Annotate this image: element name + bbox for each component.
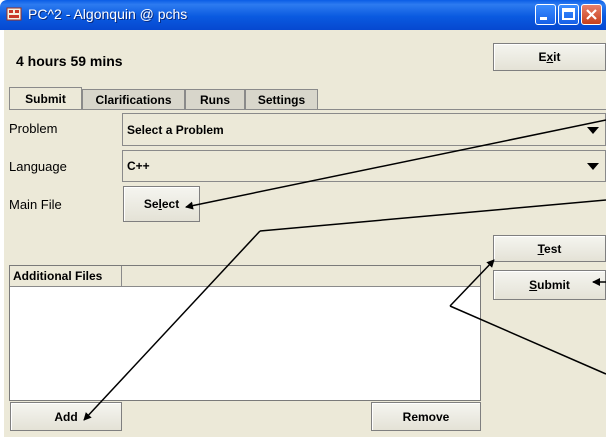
- close-icon: [586, 9, 597, 20]
- title-bar[interactable]: PC^2 - Algonquin @ pchs: [0, 0, 606, 30]
- minimize-button[interactable]: [535, 4, 556, 25]
- maximize-button[interactable]: [558, 4, 579, 25]
- time-remaining: 4 hours 59 mins: [16, 53, 123, 69]
- exit-label: Exit: [538, 50, 561, 64]
- additional-files-column-header[interactable]: Additional Files: [10, 266, 122, 287]
- problem-label: Problem: [9, 121, 58, 136]
- select-file-button[interactable]: Select: [123, 186, 200, 222]
- minimize-icon: [540, 17, 547, 20]
- window-title: PC^2 - Algonquin @ pchs: [28, 6, 188, 22]
- application-window: PC^2 - Algonquin @ pchs 4 hours 59 mins …: [0, 0, 606, 437]
- tab-runs[interactable]: Runs: [185, 89, 245, 109]
- submit-button[interactable]: Submit: [493, 270, 606, 300]
- language-label: Language: [9, 159, 67, 174]
- column-header-filler: [122, 266, 480, 287]
- submit-label: Submit: [529, 278, 570, 292]
- maximize-icon: [562, 8, 575, 20]
- problem-value: Select a Problem: [127, 122, 224, 137]
- add-file-button[interactable]: Add: [10, 402, 122, 431]
- tab-submit[interactable]: Submit: [9, 87, 82, 110]
- close-button[interactable]: [581, 4, 602, 25]
- additional-files-list[interactable]: Additional Files: [9, 265, 481, 401]
- chevron-down-icon: [587, 126, 599, 134]
- tab-settings[interactable]: Settings: [245, 89, 318, 109]
- main-file-label: Main File: [9, 197, 62, 212]
- tab-clarifications[interactable]: Clarifications: [82, 89, 185, 109]
- exit-button[interactable]: Exit: [493, 43, 606, 71]
- problem-select[interactable]: Select a Problem: [122, 113, 606, 146]
- remove-file-button[interactable]: Remove: [371, 402, 481, 431]
- tab-divider: [9, 109, 606, 110]
- app-icon: [6, 7, 22, 21]
- test-label: Test: [537, 241, 562, 256]
- select-label: Select: [143, 197, 180, 211]
- test-button[interactable]: Test: [493, 235, 606, 262]
- language-select[interactable]: C++: [122, 150, 606, 182]
- chevron-down-icon: [587, 163, 599, 170]
- language-value: C++: [127, 159, 150, 173]
